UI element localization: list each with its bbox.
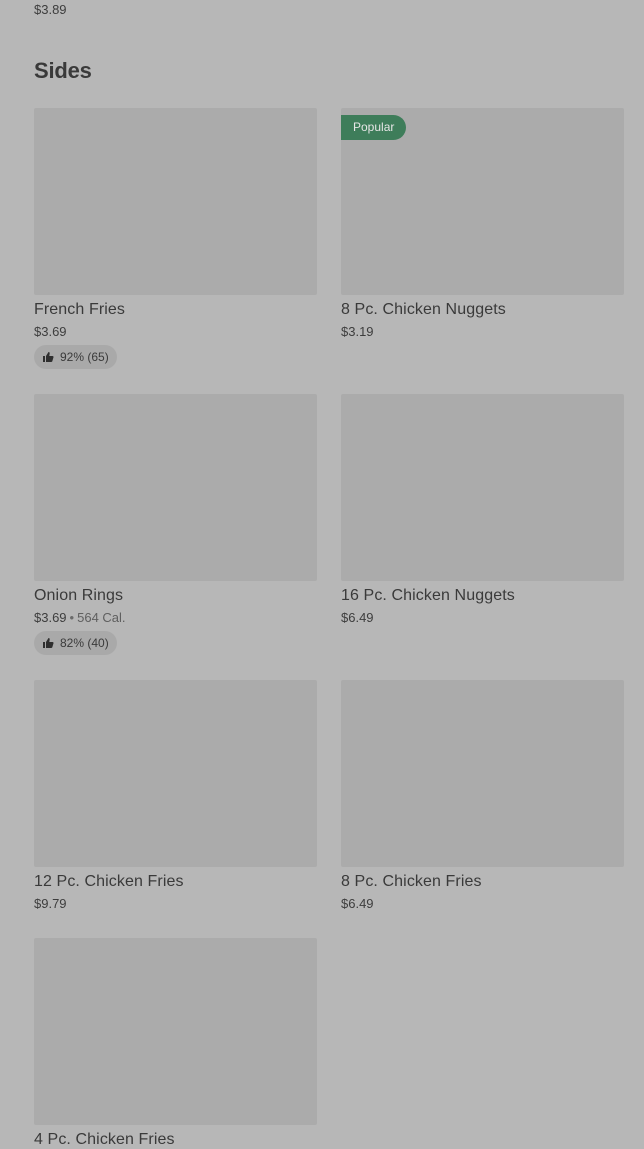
- item-meta: $6.49: [341, 610, 624, 625]
- menu-item-card[interactable]: 4 Pc. Chicken Fries: [34, 938, 317, 1149]
- rating-pill: 82% (40): [34, 631, 117, 655]
- item-name[interactable]: French Fries: [34, 301, 317, 319]
- menu-item-card[interactable]: 16 Pc. Chicken Nuggets $6.49: [341, 394, 624, 680]
- rating-text: 82% (40): [60, 636, 109, 650]
- item-price: $3.69: [34, 610, 67, 625]
- item-price: $9.79: [34, 896, 67, 911]
- item-price: $3.19: [341, 324, 374, 339]
- item-image[interactable]: [34, 938, 317, 1125]
- menu-item-grid: French Fries $3.69 92% (65) Popular 8 Pc…: [34, 108, 624, 966]
- item-meta: $9.79: [34, 896, 317, 911]
- previous-item-price: $3.89: [34, 2, 67, 17]
- section-title: Sides: [34, 58, 92, 83]
- item-calories: 564 Cal.: [77, 610, 126, 625]
- thumbs-up-icon: [42, 637, 54, 649]
- menu-item-card[interactable]: French Fries $3.69 92% (65): [34, 108, 317, 394]
- item-meta: $3.69 • 564 Cal.: [34, 610, 317, 625]
- item-image[interactable]: [341, 394, 624, 581]
- item-image[interactable]: [341, 680, 624, 867]
- menu-item-card[interactable]: 8 Pc. Chicken Fries $6.49: [341, 680, 624, 938]
- menu-item-card[interactable]: Onion Rings $3.69 • 564 Cal. 82% (40): [34, 394, 317, 680]
- item-name[interactable]: 12 Pc. Chicken Fries: [34, 873, 317, 891]
- item-price: $6.49: [341, 896, 374, 911]
- popular-badge: Popular: [341, 115, 407, 140]
- rating-text: 92% (65): [60, 350, 109, 364]
- item-name[interactable]: 4 Pc. Chicken Fries: [34, 1131, 317, 1149]
- item-price: $6.49: [341, 610, 374, 625]
- thumbs-up-icon: [42, 351, 54, 363]
- item-meta: $6.49: [341, 896, 624, 911]
- item-name[interactable]: Onion Rings: [34, 587, 317, 605]
- item-image[interactable]: [34, 108, 317, 295]
- item-meta: $3.69: [34, 324, 317, 339]
- item-name[interactable]: 8 Pc. Chicken Fries: [341, 873, 624, 891]
- item-name[interactable]: 16 Pc. Chicken Nuggets: [341, 587, 624, 605]
- rating-pill: 92% (65): [34, 345, 117, 369]
- item-meta: $3.19: [341, 324, 624, 339]
- item-image[interactable]: [34, 680, 317, 867]
- menu-item-card[interactable]: Popular 8 Pc. Chicken Nuggets $3.19: [341, 108, 624, 394]
- item-name[interactable]: 8 Pc. Chicken Nuggets: [341, 301, 624, 319]
- menu-item-card[interactable]: 12 Pc. Chicken Fries $9.79: [34, 680, 317, 938]
- item-image[interactable]: Popular: [341, 108, 624, 295]
- item-price: $3.69: [34, 324, 67, 339]
- item-image[interactable]: [34, 394, 317, 581]
- separator-dot: •: [69, 610, 75, 625]
